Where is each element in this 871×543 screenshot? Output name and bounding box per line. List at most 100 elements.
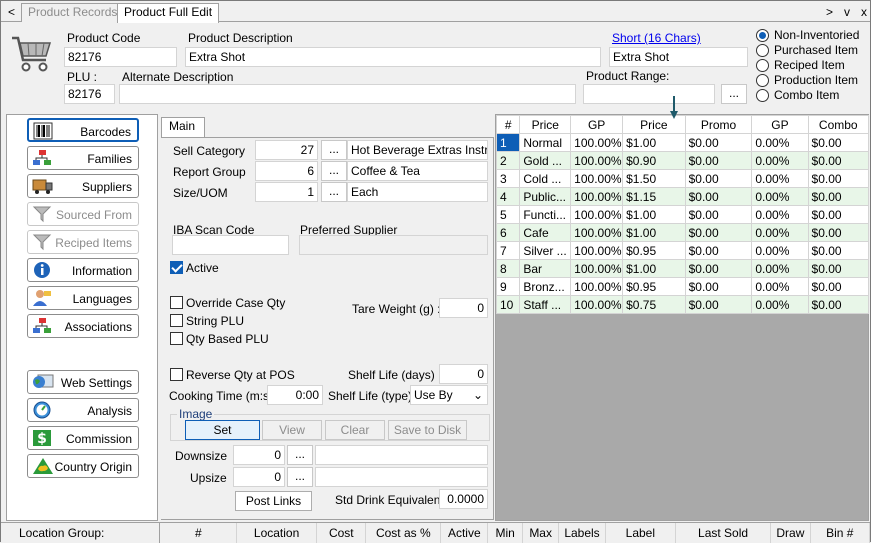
price-table-cell[interactable]: $0.00 bbox=[807, 205, 870, 224]
location-table-header-cell[interactable]: Label bbox=[605, 523, 676, 543]
price-table-cell[interactable]: 100.00% bbox=[570, 241, 624, 260]
radio-combo-item[interactable] bbox=[756, 89, 769, 102]
sell-category-code-field[interactable]: 27 bbox=[255, 140, 318, 160]
price-table-cell[interactable]: $0.75 bbox=[622, 295, 686, 314]
size-uom-code-field[interactable]: 1 bbox=[255, 182, 318, 202]
std-drink-field[interactable]: 0.0000 bbox=[439, 489, 488, 509]
price-table-header-cell[interactable]: GP bbox=[570, 115, 624, 134]
price-table-cell[interactable]: $0.00 bbox=[807, 223, 870, 242]
price-table-cell[interactable]: $0.00 bbox=[807, 169, 870, 188]
price-table-cell[interactable]: 0.00% bbox=[751, 133, 809, 152]
table-row[interactable]: 8 Bar 100.00% $1.00 $0.00 0.00% $0.00 bbox=[495, 259, 870, 278]
location-table-header-cell[interactable]: Cost as % bbox=[365, 523, 442, 543]
downsize-browse-button[interactable]: ... bbox=[287, 445, 313, 465]
table-row[interactable]: 7 Silver ... 100.00% $0.95 $0.00 0.00% $0.00 bbox=[495, 241, 870, 260]
price-table-cell[interactable]: Silver ... bbox=[519, 241, 572, 260]
price-table-cell[interactable]: 100.00% bbox=[570, 187, 624, 206]
price-table-cell[interactable]: $1.00 bbox=[622, 133, 686, 152]
price-table-cell[interactable]: 0.00% bbox=[751, 205, 809, 224]
sidebar-item-suppliers[interactable]: Suppliers bbox=[27, 174, 139, 198]
price-table-cell[interactable]: 6 bbox=[495, 223, 521, 242]
alternate-description-field[interactable] bbox=[119, 84, 576, 104]
sidebar-item-sourced-from[interactable]: Sourced From bbox=[27, 202, 139, 226]
sidebar-item-commission[interactable]: $ Commission bbox=[27, 426, 139, 450]
price-table-cell[interactable]: $0.00 bbox=[684, 169, 753, 188]
table-row[interactable]: 4 Public... 100.00% $1.15 $0.00 0.00% $0.00 bbox=[495, 187, 870, 206]
price-table-cell[interactable]: Normal bbox=[519, 133, 572, 152]
sidebar-item-analysis[interactable]: Analysis bbox=[27, 398, 139, 422]
reverse-qty-checkbox[interactable] bbox=[170, 368, 183, 381]
radio-non-inventoried[interactable] bbox=[756, 29, 769, 42]
shelf-life-days-field[interactable]: 0 bbox=[439, 364, 488, 384]
price-table-cell[interactable]: 2 bbox=[495, 151, 521, 170]
price-table-cell[interactable]: 0.00% bbox=[751, 169, 809, 188]
price-table-cell[interactable]: $0.00 bbox=[807, 151, 870, 170]
price-table-cell[interactable]: $0.95 bbox=[622, 277, 686, 296]
radio-reciped-item[interactable] bbox=[756, 59, 769, 72]
sell-category-browse-button[interactable]: ... bbox=[321, 140, 347, 160]
radio-production-item[interactable] bbox=[756, 74, 769, 87]
price-table-cell[interactable]: 0.00% bbox=[751, 259, 809, 278]
price-table-cell[interactable]: 0.00% bbox=[751, 295, 809, 314]
product-description-field[interactable]: Extra Shot bbox=[185, 47, 601, 67]
table-row[interactable]: 10 Staff ... 100.00% $0.75 $0.00 0.00% $0.00 bbox=[495, 295, 870, 314]
price-table-cell[interactable]: Cafe bbox=[519, 223, 572, 242]
radio-purchased-item[interactable] bbox=[756, 44, 769, 57]
tab-scroll-right-button[interactable]: > bbox=[826, 4, 833, 20]
price-table-cell[interactable]: $0.90 bbox=[622, 151, 686, 170]
price-table-cell[interactable]: $0.00 bbox=[807, 187, 870, 206]
price-table-cell[interactable]: $0.00 bbox=[807, 295, 870, 314]
size-uom-browse-button[interactable]: ... bbox=[321, 182, 347, 202]
upsize-browse-button[interactable]: ... bbox=[287, 467, 313, 487]
table-row[interactable]: 1 Normal 100.00% $1.00 $0.00 0.00% $0.00 bbox=[495, 133, 870, 152]
table-row[interactable]: 5 Functi... 100.00% $1.00 $0.00 0.00% $0.00 bbox=[495, 205, 870, 224]
price-table-cell[interactable]: 1 bbox=[495, 133, 521, 152]
location-table-header-cell[interactable]: Last Sold bbox=[675, 523, 772, 543]
price-table-cell[interactable]: $0.00 bbox=[684, 187, 753, 206]
post-links-button[interactable]: Post Links bbox=[235, 491, 312, 511]
tare-weight-field[interactable]: 0 bbox=[439, 298, 488, 318]
sidebar-item-languages[interactable]: Languages bbox=[27, 286, 139, 310]
price-table-cell[interactable]: $1.00 bbox=[622, 223, 686, 242]
sidebar-item-reciped-items[interactable]: Reciped Items bbox=[27, 230, 139, 254]
price-table-cell[interactable]: 100.00% bbox=[570, 169, 624, 188]
close-tab-button[interactable]: x bbox=[861, 4, 867, 20]
price-table-cell[interactable]: 100.00% bbox=[570, 223, 624, 242]
location-table-header-cell[interactable]: Cost bbox=[316, 523, 367, 543]
price-table-cell[interactable]: $0.00 bbox=[684, 277, 753, 296]
price-table-cell[interactable]: $0.00 bbox=[807, 133, 870, 152]
upsize-field[interactable]: 0 bbox=[233, 467, 285, 487]
sidebar-item-information[interactable]: Information bbox=[27, 258, 139, 282]
price-table-cell[interactable]: 0.00% bbox=[751, 277, 809, 296]
price-table-cell[interactable]: $0.00 bbox=[684, 133, 753, 152]
price-table-cell[interactable]: $0.00 bbox=[684, 241, 753, 260]
tab-scroll-left-button[interactable]: < bbox=[8, 4, 15, 20]
iba-scan-code-field[interactable] bbox=[172, 235, 289, 255]
override-case-qty-checkbox[interactable] bbox=[170, 296, 183, 309]
price-table-cell[interactable]: Bar bbox=[519, 259, 572, 278]
price-table-cell[interactable]: $0.00 bbox=[684, 295, 753, 314]
price-table-cell[interactable]: 3 bbox=[495, 169, 521, 188]
price-table-cell[interactable]: $1.15 bbox=[622, 187, 686, 206]
sidebar-item-barcodes[interactable]: Barcodes bbox=[27, 118, 139, 142]
price-table-cell[interactable]: $1.00 bbox=[622, 259, 686, 278]
string-plu-checkbox[interactable] bbox=[170, 314, 183, 327]
price-table-cell[interactable]: Gold ... bbox=[519, 151, 572, 170]
price-table-cell[interactable]: 0.00% bbox=[751, 223, 809, 242]
price-table-cell[interactable]: Bronz... bbox=[519, 277, 572, 296]
tab-product-records[interactable]: Product Records bbox=[21, 3, 125, 22]
price-table-cell[interactable]: $0.00 bbox=[684, 259, 753, 278]
table-row[interactable]: 9 Bronz... 100.00% $0.95 $0.00 0.00% $0.00 bbox=[495, 277, 870, 296]
price-table-cell[interactable]: 100.00% bbox=[570, 277, 624, 296]
table-row[interactable]: 6 Cafe 100.00% $1.00 $0.00 0.00% $0.00 bbox=[495, 223, 870, 242]
price-table-cell[interactable]: $1.00 bbox=[622, 205, 686, 224]
price-table-cell[interactable]: Functi... bbox=[519, 205, 572, 224]
set-image-button[interactable]: Set bbox=[185, 420, 260, 440]
save-image-to-disk-button[interactable]: Save to Disk bbox=[388, 420, 467, 440]
location-table-header-cell[interactable]: Active bbox=[440, 523, 489, 543]
sidebar-item-web-settings[interactable]: Web Settings bbox=[27, 370, 139, 394]
sidebar-item-country-origin[interactable]: Country Origin bbox=[27, 454, 139, 478]
location-table-header-cell[interactable]: Labels bbox=[558, 523, 606, 543]
price-table-cell[interactable]: Cold ... bbox=[519, 169, 572, 188]
price-table-cell[interactable]: $0.00 bbox=[807, 241, 870, 260]
